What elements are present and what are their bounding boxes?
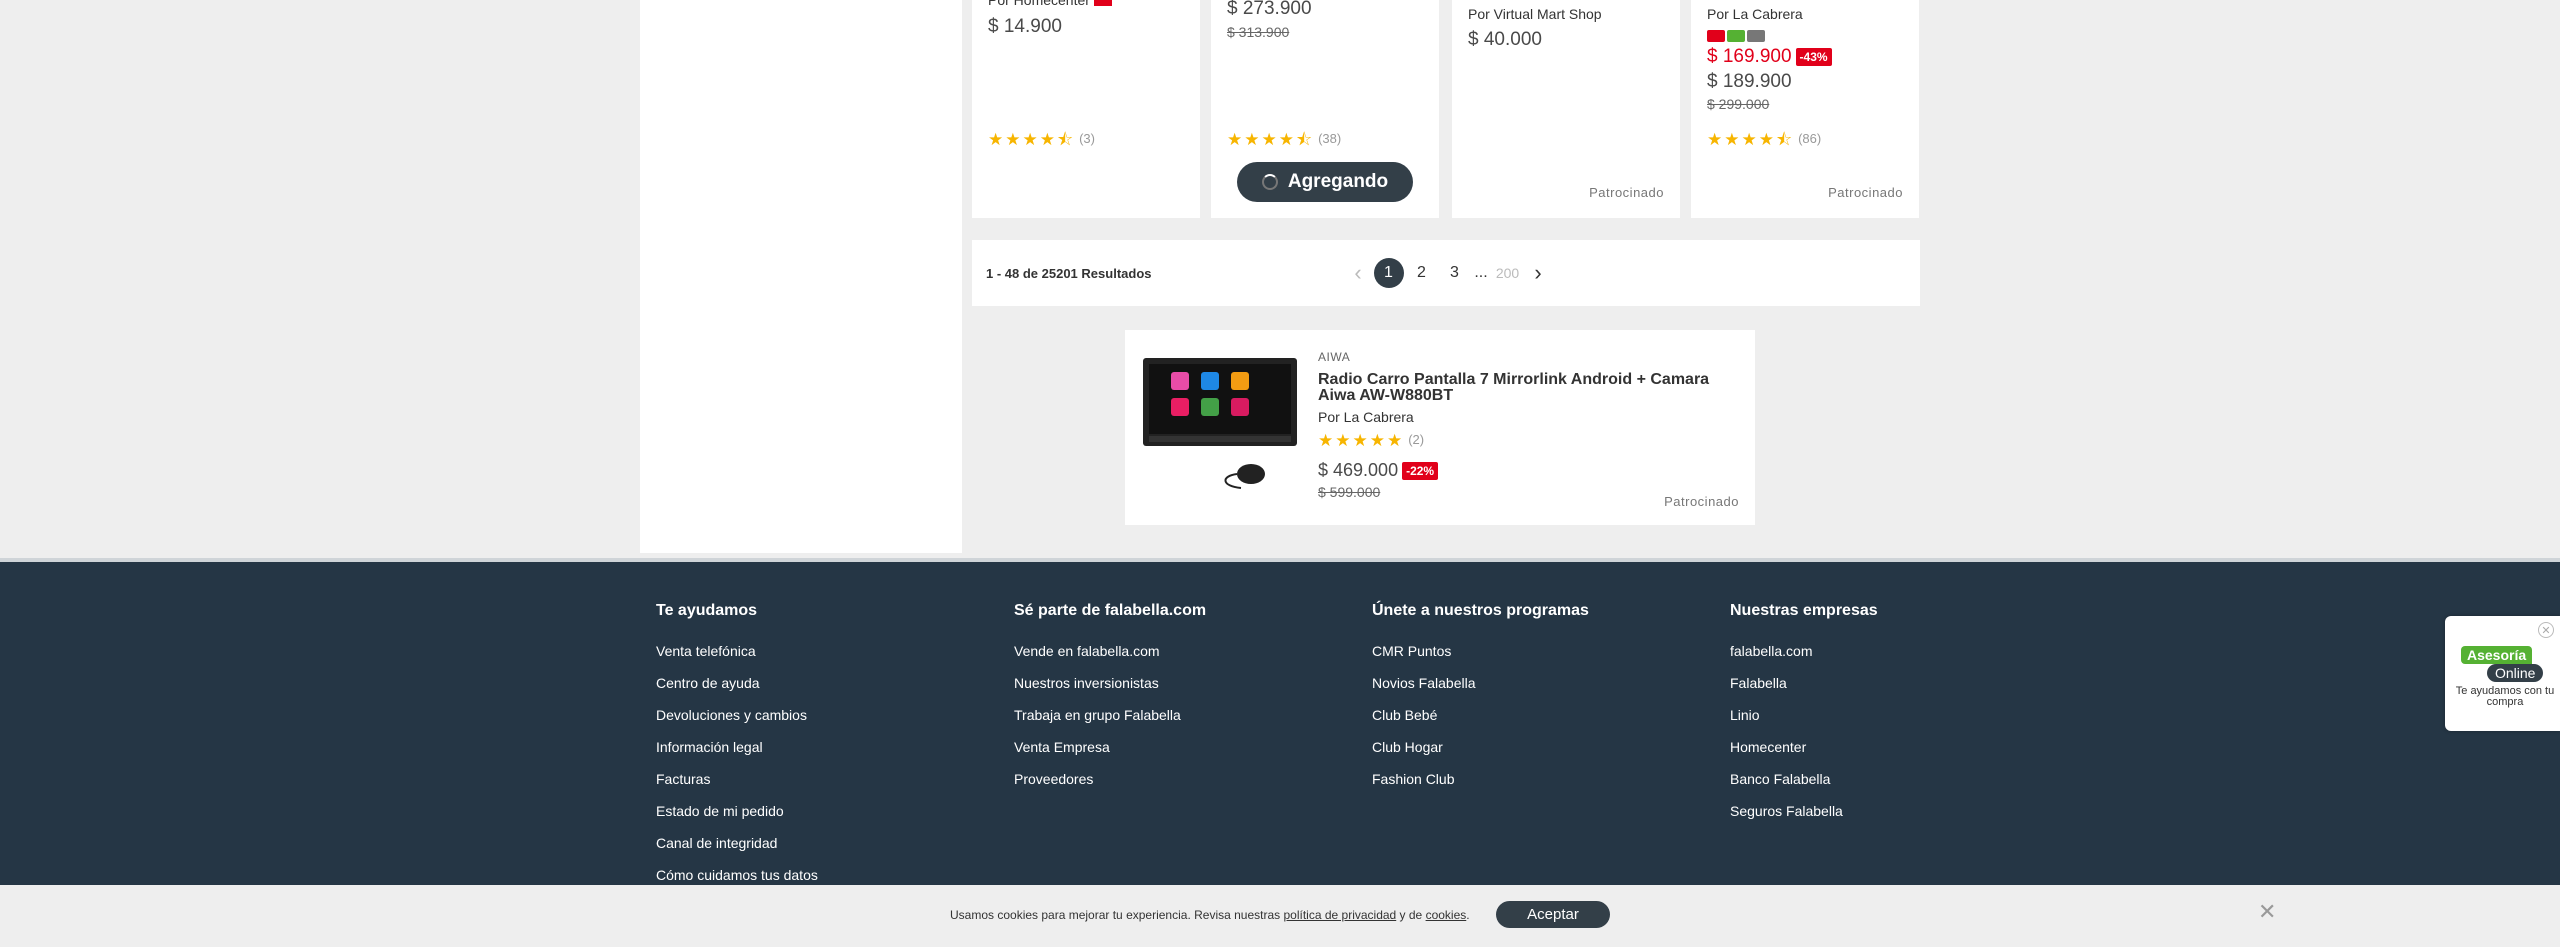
loading-spinner-icon: [1261, 174, 1278, 190]
footer-column-title: Sé parte de falabella.com: [1014, 602, 1207, 619]
chat-caption: Te ayudamos con tu compra: [2455, 685, 2555, 708]
privacy-policy-link[interactable]: política de privacidad: [1283, 908, 1396, 922]
page-last[interactable]: 200: [1491, 258, 1524, 288]
sponsored-label: Patrocinado: [1589, 185, 1664, 200]
product-brand: AIWA: [1318, 350, 1351, 364]
rating-stars: ★★★★⯪ (38): [1227, 130, 1342, 149]
footer-column-title: Te ayudamos: [656, 602, 758, 619]
pagination-ellipsis: ...: [1474, 264, 1488, 281]
product-image: [1143, 358, 1297, 489]
page-2[interactable]: 2: [1405, 258, 1438, 288]
discount-badge: -43%: [1795, 47, 1832, 66]
product-price: $ 469.000 -22%: [1318, 460, 1439, 481]
pagination-bar: 1 - 48 de 25201 Resultados ‹ 1 2 3 ... 2…: [972, 240, 1920, 306]
close-icon[interactable]: ✕: [2258, 899, 2276, 925]
footer-link[interactable]: Club Hogar: [1372, 739, 1589, 771]
close-icon[interactable]: ✕: [2538, 622, 2554, 638]
product-sale-price: $ 169.900 -43%: [1707, 46, 1832, 68]
product-seller: Por La Cabrera: [1707, 6, 1803, 22]
footer-link[interactable]: Banco Falabella: [1730, 771, 1878, 803]
footer-link[interactable]: Canal de integridad: [656, 835, 818, 867]
chat-logo-line2: Online: [2487, 664, 2544, 682]
prev-page-icon[interactable]: ‹: [1344, 260, 1372, 286]
footer-link[interactable]: Falabella: [1730, 675, 1878, 707]
product-price: $ 273.900: [1227, 0, 1312, 19]
footer-link[interactable]: Nuestros inversionistas: [1014, 675, 1206, 707]
footer-link[interactable]: Estado de mi pedido: [656, 803, 818, 835]
footer-link[interactable]: Novios Falabella: [1372, 675, 1589, 707]
next-page-icon[interactable]: ›: [1524, 260, 1552, 286]
footer-link[interactable]: Linio: [1730, 707, 1878, 739]
discount-badge: -22%: [1402, 462, 1439, 481]
promo-badges: [1707, 30, 1765, 42]
product-seller: Por Homecenter: [988, 0, 1112, 8]
cookie-message: Usamos cookies para mejorar tu experienc…: [950, 908, 1470, 922]
footer-link[interactable]: Centro de ayuda: [656, 675, 818, 707]
page-1[interactable]: 1: [1372, 258, 1405, 288]
footer-link[interactable]: Seguros Falabella: [1730, 803, 1878, 835]
footer-column-title: Únete a nuestros programas: [1372, 602, 1589, 619]
add-to-cart-button[interactable]: Agregando: [1237, 162, 1413, 202]
footer-link[interactable]: Devoluciones y cambios: [656, 707, 818, 739]
footer-link[interactable]: Proveedores: [1014, 771, 1206, 803]
product-title[interactable]: Radio Carro Pantalla 7 Mirrorlink Androi…: [1318, 372, 1738, 404]
chat-widget[interactable]: ✕ Asesoría Online Te ayudamos con tu com…: [2445, 616, 2560, 731]
footer-column-title: Nuestras empresas: [1730, 602, 1878, 619]
footer-column-join: Sé parte de falabella.com Vende en falab…: [1014, 602, 1206, 803]
footer-link[interactable]: Club Bebé: [1372, 707, 1589, 739]
product-seller: Por La Cabrera: [1318, 409, 1414, 425]
footer-link[interactable]: CMR Puntos: [1372, 643, 1589, 675]
product-price: $ 40.000: [1468, 29, 1542, 50]
footer-column-help: Te ayudamos Venta telefónica Centro de a…: [656, 602, 818, 899]
product-old-price: $ 299.000: [1707, 96, 1770, 112]
footer-column-companies: Nuestras empresas falabella.com Falabell…: [1730, 602, 1878, 835]
sponsored-product-card[interactable]: AIWA Radio Carro Pantalla 7 Mirrorlink A…: [1125, 330, 1755, 525]
rating-stars: ★★★★★ (2): [1318, 431, 1425, 450]
product-card[interactable]: Por Homecenter $ 14.900 ★★★★⯪ (3): [972, 0, 1200, 218]
accept-cookies-button[interactable]: Aceptar: [1496, 901, 1610, 928]
page-3[interactable]: 3: [1438, 258, 1471, 288]
footer-link[interactable]: Homecenter: [1730, 739, 1878, 771]
card-badge-icon: [1747, 30, 1765, 42]
product-card[interactable]: $ 273.900 $ 313.900 ★★★★⯪ (38) Agregando: [1211, 0, 1439, 218]
sponsored-label: Patrocinado: [1828, 185, 1903, 200]
product-old-price: $ 599.000: [1318, 484, 1381, 500]
footer-link[interactable]: Información legal: [656, 739, 818, 771]
footer-link[interactable]: Venta telefónica: [656, 643, 818, 675]
product-price: $ 189.900: [1707, 71, 1792, 92]
footer-column-programs: Únete a nuestros programas CMR Puntos No…: [1372, 602, 1589, 803]
product-old-price: $ 313.900: [1227, 24, 1290, 40]
footer-link[interactable]: Vende en falabella.com: [1014, 643, 1206, 675]
footer-link[interactable]: Facturas: [656, 771, 818, 803]
cookies-link[interactable]: cookies: [1426, 908, 1467, 922]
rating-stars: ★★★★⯪ (3): [988, 130, 1095, 149]
product-card[interactable]: Por La Cabrera $ 169.900 -43% $ 189.900 $…: [1691, 0, 1919, 218]
footer-link[interactable]: Trabaja en grupo Falabella: [1014, 707, 1206, 739]
filters-panel: [640, 0, 962, 553]
footer-link[interactable]: falabella.com: [1730, 643, 1878, 675]
pagination: ‹ 1 2 3 ... 200 ›: [1344, 258, 1552, 288]
cookie-banner: Usamos cookies para mejorar tu experienc…: [0, 885, 2560, 947]
product-seller: Por Virtual Mart Shop: [1468, 6, 1602, 22]
chat-logo-line1: Asesoría: [2461, 646, 2533, 664]
product-price: $ 14.900: [988, 16, 1062, 37]
footer-link[interactable]: Fashion Club: [1372, 771, 1589, 803]
results-count: 1 - 48 de 25201 Resultados: [986, 266, 1152, 281]
cmr-badge-icon: [1707, 30, 1725, 42]
rating-stars: ★★★★⯪ (86): [1707, 130, 1822, 149]
footer-link[interactable]: Venta Empresa: [1014, 739, 1206, 771]
sponsored-label: Patrocinado: [1664, 494, 1739, 509]
product-card[interactable]: Por Virtual Mart Shop $ 40.000 Patrocina…: [1452, 0, 1680, 218]
promo-badge-icon: [1727, 30, 1745, 42]
